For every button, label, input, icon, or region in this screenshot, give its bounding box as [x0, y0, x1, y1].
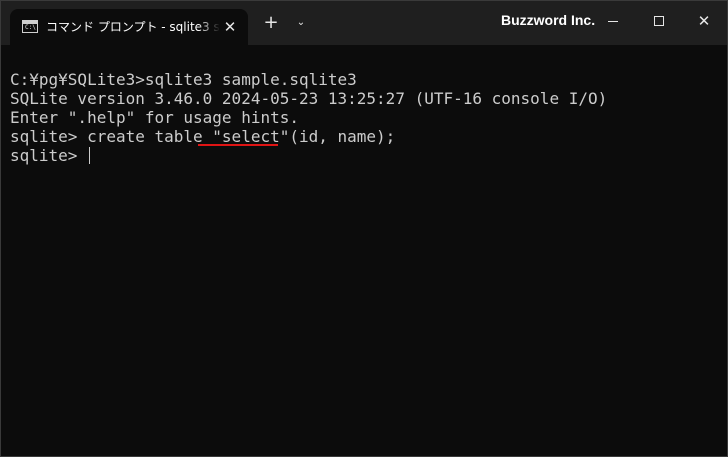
tab-command-prompt[interactable]: C:\ コマンド プロンプト - sqlite3 sample.sqlite3 … [10, 9, 248, 45]
command-prompt-icon-glyph: C:\ [25, 24, 36, 31]
terminal-window: C:\ コマンド プロンプト - sqlite3 sample.sqlite3 … [0, 0, 728, 457]
maximize-icon [654, 16, 664, 26]
console-line-command: sqlite> create table "select"(id, name); [10, 127, 720, 146]
close-button[interactable]: ✕ [681, 1, 727, 41]
text-cursor [89, 147, 91, 164]
tab-close-icon[interactable]: ✕ [222, 19, 238, 35]
console-prompt: sqlite> [10, 146, 88, 165]
tab-title: コマンド プロンプト - sqlite3 sample.sqlite3 [46, 9, 220, 45]
console-output[interactable]: C:¥pg¥SQLite3>sqlite3 sample.sqlite3 SQL… [10, 70, 720, 450]
command-prompt-icon: C:\ [22, 20, 38, 33]
close-icon: ✕ [697, 12, 711, 30]
minimize-button[interactable] [590, 1, 636, 41]
console-line: SQLite version 3.46.0 2024-05-23 13:25:2… [10, 89, 608, 108]
chevron-down-icon[interactable]: ⌄ [291, 13, 311, 33]
maximize-button[interactable] [636, 1, 682, 41]
new-tab-button[interactable]: + [259, 11, 283, 35]
console-line: Enter ".help" for usage hints. [10, 108, 299, 127]
title-bar[interactable]: C:\ コマンド プロンプト - sqlite3 sample.sqlite3 … [1, 1, 727, 45]
console-prompt-line[interactable]: sqlite> [10, 146, 720, 165]
watermark: Buzzword Inc. [501, 12, 596, 28]
minimize-icon [608, 21, 618, 22]
console-line: C:¥pg¥SQLite3>sqlite3 sample.sqlite3 [10, 70, 357, 89]
